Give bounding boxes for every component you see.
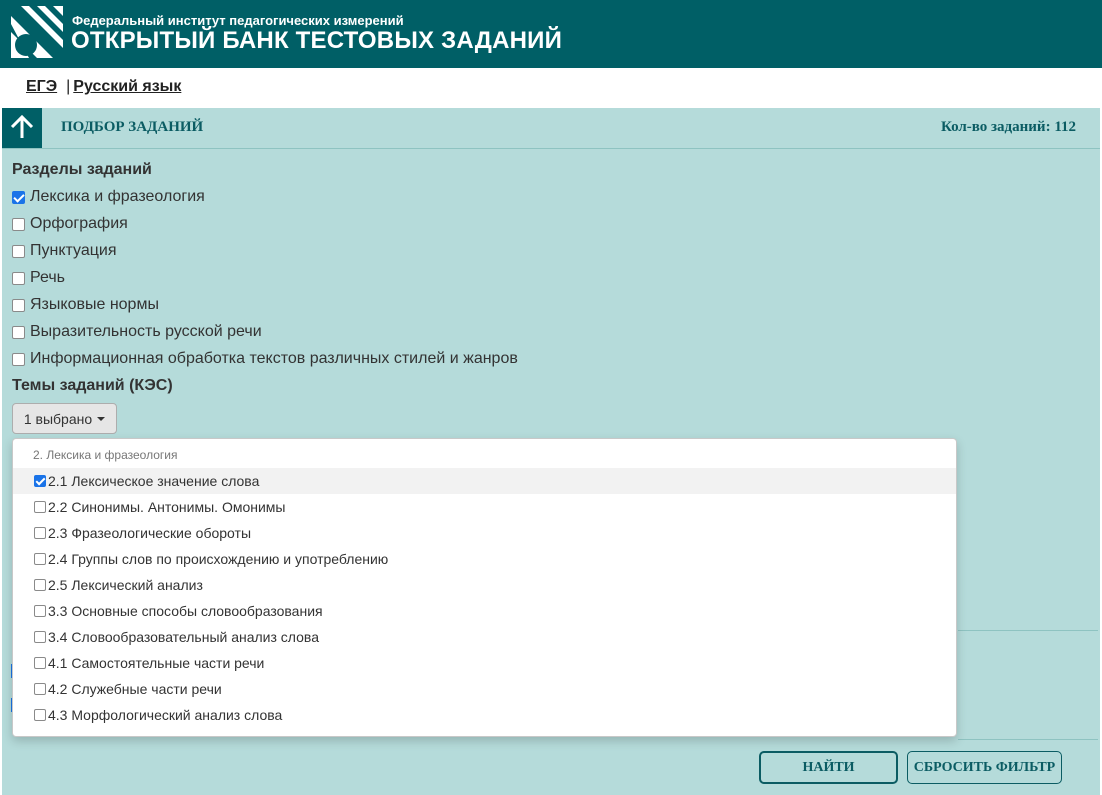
section-checkbox-norms[interactable]: Языковые нормы: [12, 296, 159, 314]
option-label: 2.5 Лексический анализ: [48, 577, 203, 593]
checkbox[interactable]: [34, 527, 46, 539]
fipi-logo[interactable]: [11, 6, 63, 58]
filter-panel-header: ПОДБОР ЗАДАНИЙ Кол-во заданий: 112: [2, 108, 1100, 149]
checkbox[interactable]: [34, 501, 46, 513]
option-label: 4.3 Морфологический анализ слова: [48, 707, 283, 723]
site-header: Федеральный институт педагогических изме…: [0, 0, 1102, 68]
task-count: Кол-во заданий: 112: [940, 119, 1076, 135]
checkbox[interactable]: [12, 298, 25, 312]
option-label: 3.3 Основные способы словообразования: [48, 603, 323, 619]
checkbox[interactable]: [34, 631, 46, 643]
arrow-up-icon: [10, 114, 34, 138]
dropdown-option[interactable]: 3.4 Словообразовательный анализ слова: [13, 624, 956, 650]
dropdown-option[interactable]: 4.2 Служебные части речи: [13, 676, 956, 702]
section-checkbox-text-processing[interactable]: Информационная обработка текстов различн…: [12, 350, 518, 368]
dropdown-option[interactable]: 3.3 Основные способы словообразования: [13, 598, 956, 624]
dropdown-option[interactable]: 4.1 Самостоятельные части речи: [13, 650, 956, 676]
checkbox[interactable]: [34, 605, 46, 617]
panel-title: ПОДБОР ЗАДАНИЙ: [61, 119, 204, 135]
checkbox[interactable]: [34, 553, 46, 565]
dropdown-option[interactable]: 2.1 Лексическое значение слова: [13, 468, 956, 494]
topics-multiselect-button[interactable]: 1 выбрано: [12, 403, 117, 434]
checkbox[interactable]: [34, 657, 46, 669]
section-checkbox-expressiveness[interactable]: Выразительность русской речи: [12, 323, 262, 341]
section-checkbox-lexicon[interactable]: Лексика и фразеология: [12, 188, 205, 206]
checkbox[interactable]: [34, 683, 46, 695]
checkbox[interactable]: [34, 475, 46, 487]
checkbox[interactable]: [12, 325, 25, 339]
dropdown-option[interactable]: 2.2 Синонимы. Антонимы. Омонимы: [13, 494, 956, 520]
breadcrumb-subject-link[interactable]: Русский язык: [73, 78, 181, 95]
section-label: Лексика и фразеология: [30, 188, 205, 205]
section-checkbox-speech[interactable]: Речь: [12, 269, 65, 287]
option-label: 2.2 Синонимы. Антонимы. Омонимы: [48, 499, 286, 515]
checkbox[interactable]: [34, 709, 46, 721]
option-label: 4.1 Самостоятельные части речи: [48, 655, 265, 671]
section-label: Орфография: [30, 215, 128, 232]
bank-title: ОТКРЫТЫЙ БАНК ТЕСТОВЫХ ЗАДАНИЙ: [71, 27, 563, 54]
breadcrumb-exam-link[interactable]: ЕГЭ: [26, 78, 57, 95]
section-checkbox-punctuation[interactable]: Пунктуация: [12, 242, 117, 260]
dropdown-group-label: 2. Лексика и фразеология: [33, 448, 178, 462]
reset-filter-button[interactable]: СБРОСИТЬ ФИЛЬТР: [907, 751, 1062, 784]
dropdown-option[interactable]: 2.3 Фразеологические обороты: [13, 520, 956, 546]
multiselect-label: 1 выбрано: [23, 410, 93, 427]
find-button[interactable]: НАЙТИ: [759, 751, 898, 784]
dropdown-option[interactable]: 4.3 Морфологический анализ слова: [13, 702, 956, 728]
topics-heading: Темы заданий (КЭС): [12, 377, 173, 394]
org-name: Федеральный институт педагогических изме…: [72, 13, 404, 28]
section-label: Языковые нормы: [30, 296, 159, 313]
section-label: Информационная обработка текстов различн…: [30, 350, 518, 367]
checkbox[interactable]: [12, 217, 25, 231]
option-label: 3.4 Словообразовательный анализ слова: [48, 629, 319, 645]
option-label: 2.1 Лексическое значение слова: [48, 473, 260, 489]
section-label: Выразительность русской речи: [30, 323, 262, 340]
checkbox[interactable]: [34, 579, 46, 591]
dropdown-option[interactable]: 2.5 Лексический анализ: [13, 572, 956, 598]
checkbox[interactable]: [12, 271, 25, 285]
section-label: Пунктуация: [30, 242, 117, 259]
section-label: Речь: [30, 269, 66, 286]
dropdown-option[interactable]: 2.4 Группы слов по происхождению и употр…: [13, 546, 956, 572]
option-label: 2.3 Фразеологические обороты: [48, 525, 252, 541]
topics-dropdown[interactable]: 2. Лексика и фразеология 2.1 Лексическое…: [12, 438, 957, 737]
sections-heading: Разделы заданий: [12, 161, 152, 178]
breadcrumb: ЕГЭ | Русский язык: [26, 78, 181, 96]
option-label: 2.4 Группы слов по происхождению и употр…: [48, 551, 389, 567]
caret-down-icon: [97, 416, 106, 421]
section-checkbox-orthography[interactable]: Орфография: [12, 215, 128, 233]
collapse-button[interactable]: [2, 108, 42, 148]
divider: [958, 739, 1098, 740]
checkbox[interactable]: [12, 352, 25, 366]
checkbox[interactable]: [12, 190, 25, 204]
divider: [958, 630, 1098, 631]
option-label: 4.2 Служебные части речи: [48, 681, 222, 697]
breadcrumb-separator: |: [66, 78, 71, 95]
checkbox[interactable]: [12, 244, 25, 258]
